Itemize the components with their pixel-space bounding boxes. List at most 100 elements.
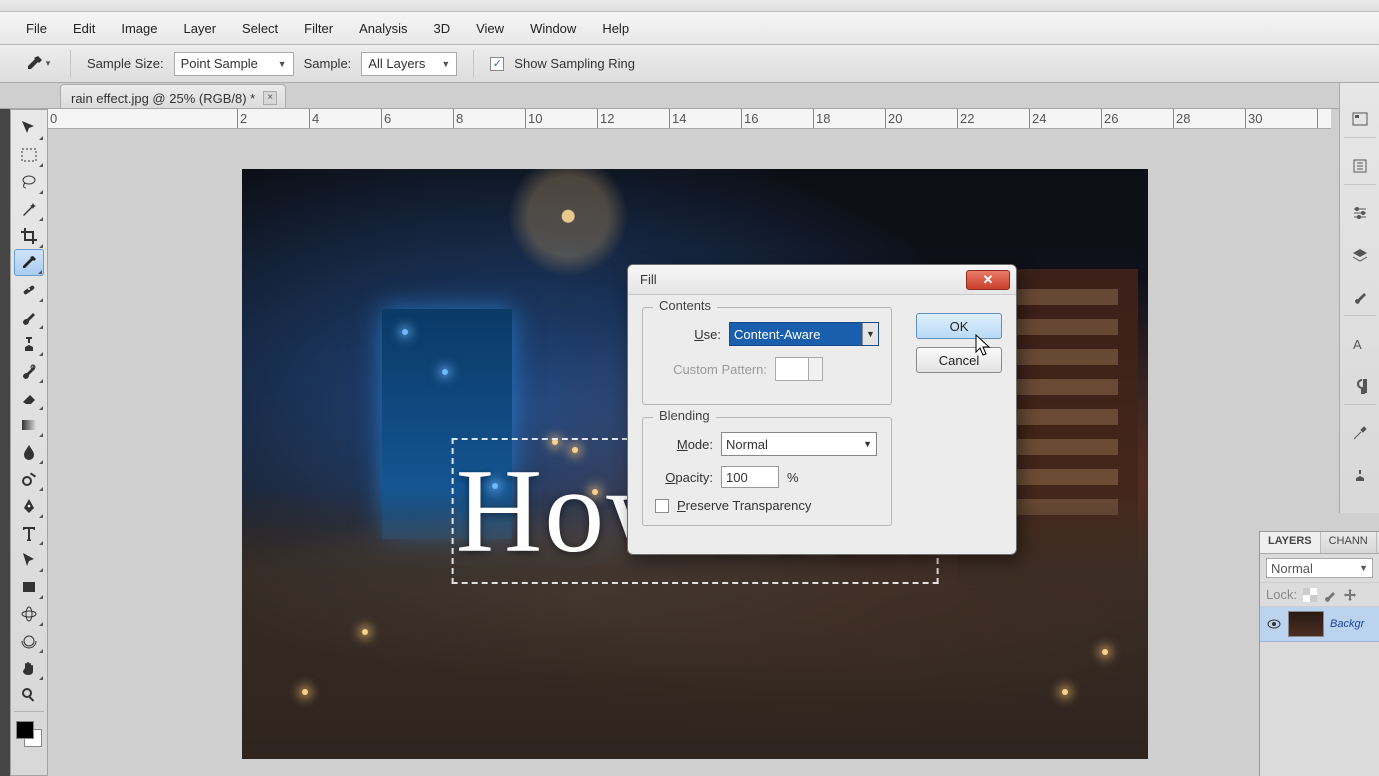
layer-row-background[interactable]: Backgr [1260,607,1379,642]
dock-layers-icon[interactable] [1348,243,1372,267]
dock-minibridge-icon[interactable] [1348,107,1372,131]
dock-tools-icon[interactable] [1348,421,1372,445]
lock-label: Lock: [1266,587,1297,602]
tool-dodge[interactable] [14,465,44,492]
menu-3d[interactable]: 3D [420,15,463,42]
use-label: Use: [655,327,721,342]
menu-image[interactable]: Image [108,15,170,42]
menu-select[interactable]: Select [229,15,291,42]
sample-select[interactable]: All Layers▼ [361,52,457,76]
document-tab-bar: rain effect.jpg @ 25% (RGB/8) * × [0,83,1379,109]
layer-thumbnail[interactable] [1288,611,1324,637]
menu-view[interactable]: View [463,15,517,42]
menu-layer[interactable]: Layer [171,15,230,42]
fill-dialog: Fill ✕ OK Cancel Contents Use: Content-A… [627,264,1017,555]
chevron-down-icon: ▼ [278,59,287,69]
tool-magic-wand[interactable] [14,195,44,222]
dock-history-icon[interactable] [1348,154,1372,178]
divider [70,50,71,78]
document-tab[interactable]: rain effect.jpg @ 25% (RGB/8) * × [60,84,286,108]
sample-label: Sample: [304,56,352,71]
tool-eraser[interactable] [14,384,44,411]
tool-history-brush[interactable] [14,357,44,384]
sample-value: All Layers [368,56,425,71]
right-dock: A [1339,83,1379,513]
tool-move[interactable] [14,114,44,141]
blending-legend: Blending [653,408,716,423]
dock-sliders-icon[interactable] [1348,201,1372,225]
tool-type[interactable] [14,519,44,546]
blending-fieldset: Blending Mode: Normal ▼ Opacity: 100 % P… [642,417,892,526]
window-chrome-top [0,0,1379,12]
blend-mode-select[interactable]: Normal▼ [1266,558,1373,578]
menu-window[interactable]: Window [517,15,589,42]
lock-move-icon[interactable] [1343,588,1357,602]
toolbox [10,109,48,776]
lock-transparency-icon[interactable] [1303,588,1317,602]
dock-paragraph-icon[interactable] [1348,374,1372,398]
tool-crop[interactable] [14,222,44,249]
show-sampling-ring-label: Show Sampling Ring [514,56,635,71]
use-dropdown[interactable]: Content-Aware ▼ [729,322,879,346]
tool-rectangle[interactable] [14,573,44,600]
visibility-eye-icon[interactable] [1266,616,1282,632]
options-bar: ▾ Sample Size: Point Sample▼ Sample: All… [0,45,1379,83]
tool-gradient[interactable] [14,411,44,438]
tool-zoom[interactable] [14,681,44,708]
menu-file[interactable]: File [13,15,60,42]
mode-value: Normal [726,437,768,452]
chevron-down-icon: ▼ [862,323,878,345]
tool-path-select[interactable] [14,546,44,573]
chevron-down-icon: ▼ [863,439,872,449]
tool-brush[interactable] [14,303,44,330]
tool-lasso[interactable] [14,168,44,195]
preserve-transparency-checkbox[interactable] [655,499,669,513]
menu-help[interactable]: Help [589,15,642,42]
tool-3d-rotate[interactable] [14,600,44,627]
cancel-button[interactable]: Cancel [916,347,1002,373]
menu-bar: File Edit Image Layer Select Filter Anal… [0,12,1379,45]
tool-pen[interactable] [14,492,44,519]
tool-healing[interactable] [14,276,44,303]
tool-clone[interactable] [14,330,44,357]
document-tab-title: rain effect.jpg @ 25% (RGB/8) * [71,91,255,106]
tool-hand[interactable] [14,654,44,681]
show-sampling-ring-checkbox[interactable]: ✓ [490,57,504,71]
ok-button[interactable]: OK [916,313,1002,339]
layers-panel: LAYERS CHANN Normal▼ Lock: Backgr [1259,531,1379,776]
horizontal-ruler[interactable]: 0 2 4 6 8 10 12 14 16 18 20 22 24 26 28 … [48,109,1331,129]
dock-grip-left [0,109,10,776]
dialog-close-button[interactable]: ✕ [966,270,1010,290]
dialog-titlebar[interactable]: Fill ✕ [628,265,1016,295]
foreground-color-swatch[interactable] [16,721,34,739]
active-tool-icon[interactable]: ▾ [20,51,54,77]
dock-clone-source-icon[interactable] [1348,463,1372,487]
tool-blur[interactable] [14,438,44,465]
dock-character-icon[interactable]: A [1348,332,1372,356]
tool-3d-orbit[interactable] [14,627,44,654]
lock-paint-icon[interactable] [1323,588,1337,602]
tool-eyedropper[interactable] [14,249,44,276]
opacity-input[interactable]: 100 [721,466,779,488]
color-swatches[interactable] [14,719,44,749]
mode-label: Mode: [655,437,713,452]
panel-tabs: LAYERS CHANN [1260,532,1379,554]
menu-filter[interactable]: Filter [291,15,346,42]
use-value: Content-Aware [734,327,820,342]
tool-marquee[interactable] [14,141,44,168]
layer-name-label: Backgr [1330,618,1364,630]
dialog-title: Fill [640,272,657,287]
menu-analysis[interactable]: Analysis [346,15,420,42]
dock-brush-icon[interactable] [1348,285,1372,309]
close-tab-icon[interactable]: × [263,91,277,105]
contents-legend: Contents [653,298,717,313]
mode-dropdown[interactable]: Normal ▼ [721,432,877,456]
opacity-label: Opacity: [655,470,713,485]
workspace: rain effect.jpg @ 25% (RGB/8) * × [0,109,1379,776]
sample-size-select[interactable]: Point Sample▼ [174,52,294,76]
tab-layers[interactable]: LAYERS [1260,532,1321,553]
tab-channels[interactable]: CHANN [1321,532,1377,553]
svg-text:A: A [1353,337,1362,352]
menu-edit[interactable]: Edit [60,15,108,42]
custom-pattern-label: Custom Pattern: [655,362,767,377]
